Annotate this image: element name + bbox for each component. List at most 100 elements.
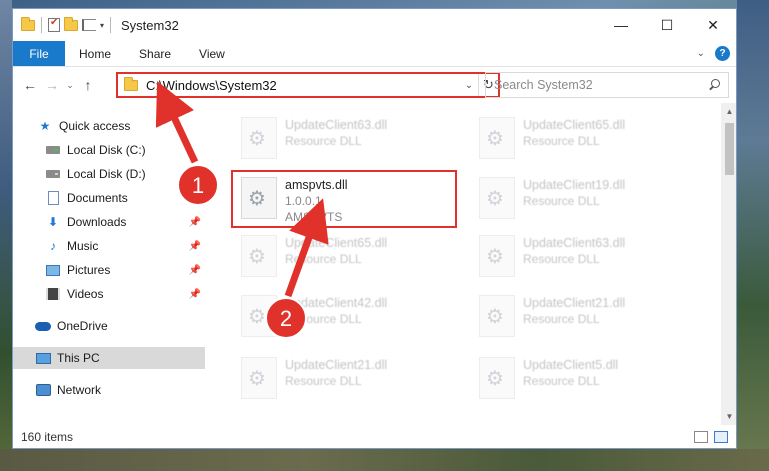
file-product: AMSPVTS xyxy=(285,210,343,224)
pin-icon[interactable]: 📌 xyxy=(189,241,201,252)
sidebar-item-documents[interactable]: Documents xyxy=(13,187,205,209)
file-item[interactable]: UpdateClient5.dll Resource DLL xyxy=(471,353,691,409)
content-area: ★ Quick access Local Disk (C:) Local Dis… xyxy=(13,103,736,425)
file-description: Resource DLL xyxy=(523,252,600,266)
pin-icon[interactable]: 📌 xyxy=(189,217,201,228)
window-title: System32 xyxy=(121,17,179,33)
this-pc-icon xyxy=(35,351,51,365)
scroll-up-icon[interactable]: ▲ xyxy=(721,103,736,120)
expand-ribbon-chevron-icon[interactable]: ⌄ xyxy=(697,48,705,59)
file-item[interactable]: UpdateClient19.dll Resource DLL xyxy=(471,173,691,229)
sidebar-item-label: Pictures xyxy=(67,263,111,277)
vertical-scrollbar[interactable]: ▲ ▼ xyxy=(721,103,736,425)
customize-toolbar-chevron-icon[interactable]: ▾ xyxy=(100,21,104,30)
file-description: Resource DLL xyxy=(523,312,600,326)
scroll-thumb[interactable] xyxy=(725,123,734,175)
drive-icon xyxy=(45,167,61,181)
back-button[interactable]: ← xyxy=(19,77,41,93)
address-bar[interactable]: C:\Windows\System32 ⌄ ↻ xyxy=(116,72,500,98)
dll-file-icon xyxy=(241,117,277,159)
folder-icon xyxy=(21,16,35,31)
tab-file[interactable]: File xyxy=(13,41,65,66)
file-version: 1.0.0.1 xyxy=(285,194,322,208)
onedrive-icon xyxy=(35,319,51,333)
file-name: UpdateClient63.dll xyxy=(285,118,388,132)
pin-icon[interactable]: 📌 xyxy=(189,289,201,300)
pin-icon[interactable]: 📌 xyxy=(189,265,201,276)
dll-file-icon xyxy=(241,357,277,399)
maximize-button[interactable]: ☐ xyxy=(644,9,690,41)
sidebar-item-quick-access[interactable]: ★ Quick access xyxy=(13,115,205,137)
ribbon-right: ⌄ ? xyxy=(697,41,736,66)
status-bar: 160 items xyxy=(13,425,736,448)
file-item[interactable]: UpdateClient42.dll Resource DLL xyxy=(233,291,453,347)
file-description: Resource DLL xyxy=(285,374,362,388)
navigation-row: ← → ⌄ ↑ C:\Windows\System32 ⌄ ↻ Search S… xyxy=(13,67,736,103)
forward-button[interactable]: → xyxy=(41,77,63,93)
properties-check-icon[interactable] xyxy=(48,17,60,32)
sidebar-item-label: Local Disk (D:) xyxy=(67,167,146,181)
dll-file-icon xyxy=(479,117,515,159)
sidebar-item-onedrive[interactable]: OneDrive xyxy=(13,315,205,337)
sidebar-item-local-disk-c[interactable]: Local Disk (C:) xyxy=(13,139,205,161)
pictures-icon xyxy=(45,263,61,277)
file-item[interactable]: UpdateClient21.dll Resource DLL xyxy=(471,291,691,347)
dll-file-icon xyxy=(241,177,277,219)
properties-icon[interactable] xyxy=(82,19,96,31)
tiles-view-icon[interactable] xyxy=(714,431,728,443)
network-icon xyxy=(35,383,51,397)
tab-view[interactable]: View xyxy=(185,41,239,66)
ribbon-tabs: File Home Share View ⌄ ? xyxy=(13,41,736,67)
toolbar-separator xyxy=(110,17,112,33)
sidebar-item-videos[interactable]: Videos 📌 xyxy=(13,283,205,305)
sidebar-item-downloads[interactable]: ⬇ Downloads 📌 xyxy=(13,211,205,233)
toolbar-separator xyxy=(41,17,42,33)
sidebar-item-label: Network xyxy=(57,383,102,397)
file-name: UpdateClient42.dll xyxy=(285,296,388,310)
close-button[interactable]: ✕ xyxy=(690,9,736,41)
desktop-background-bottom xyxy=(0,449,769,471)
file-explorer-window: ▾ System32 — ☐ ✕ File Home Share View ⌄ … xyxy=(12,8,737,449)
search-icon[interactable] xyxy=(708,79,720,91)
file-item[interactable]: UpdateClient63.dll Resource DLL xyxy=(233,113,453,169)
tab-share[interactable]: Share xyxy=(125,41,185,66)
minimize-button[interactable]: — xyxy=(598,9,644,41)
file-item[interactable]: UpdateClient65.dll Resource DLL xyxy=(471,113,691,169)
file-name: UpdateClient5.dll xyxy=(523,358,619,372)
dll-file-icon xyxy=(479,295,515,337)
documents-icon xyxy=(45,191,61,205)
sidebar-item-label: Local Disk (C:) xyxy=(67,143,146,157)
star-icon: ★ xyxy=(39,119,51,133)
new-folder-icon[interactable] xyxy=(64,16,78,31)
file-item[interactable]: UpdateClient65.dll Resource DLL xyxy=(233,231,453,287)
sidebar-item-pictures[interactable]: Pictures 📌 xyxy=(13,259,205,281)
details-view-icon[interactable] xyxy=(694,431,708,443)
sidebar-item-music[interactable]: ♪ Music 📌 xyxy=(13,235,205,257)
file-name: UpdateClient21.dll xyxy=(523,296,626,310)
sidebar-item-label: OneDrive xyxy=(57,319,108,333)
navigation-pane: ★ Quick access Local Disk (C:) Local Dis… xyxy=(13,103,205,425)
search-input[interactable]: Search System32 xyxy=(485,72,729,98)
file-name: UpdateClient65.dll xyxy=(285,236,388,250)
file-item[interactable]: UpdateClient63.dll Resource DLL xyxy=(471,231,691,287)
sidebar-item-local-disk-d[interactable]: Local Disk (D:) xyxy=(13,163,205,185)
file-description: Resource DLL xyxy=(285,252,362,266)
sidebar-item-network[interactable]: Network xyxy=(13,379,205,401)
file-item[interactable]: UpdateClient21.dll Resource DLL xyxy=(233,353,453,409)
sidebar-item-label: Documents xyxy=(67,191,128,205)
address-path[interactable]: C:\Windows\System32 xyxy=(146,78,460,93)
file-description: Resource DLL xyxy=(523,194,600,208)
quick-access-toolbar: ▾ xyxy=(13,16,113,33)
address-dropdown-chevron-icon[interactable]: ⌄ xyxy=(460,80,478,91)
sidebar-item-this-pc[interactable]: This PC xyxy=(13,347,205,369)
music-icon: ♪ xyxy=(50,239,56,253)
sidebar-item-label: Downloads xyxy=(67,215,127,229)
sidebar-item-label: Quick access xyxy=(59,119,131,133)
tab-home[interactable]: Home xyxy=(65,41,125,66)
up-button[interactable]: ↑ xyxy=(77,77,99,93)
file-item-amspvts[interactable]: amspvts.dll 1.0.0.1 AMSPVTS xyxy=(233,173,453,229)
recent-locations-chevron-icon[interactable]: ⌄ xyxy=(63,80,77,91)
scroll-down-icon[interactable]: ▼ xyxy=(721,408,736,425)
help-icon[interactable]: ? xyxy=(715,46,730,61)
desktop-background-left xyxy=(0,0,12,471)
